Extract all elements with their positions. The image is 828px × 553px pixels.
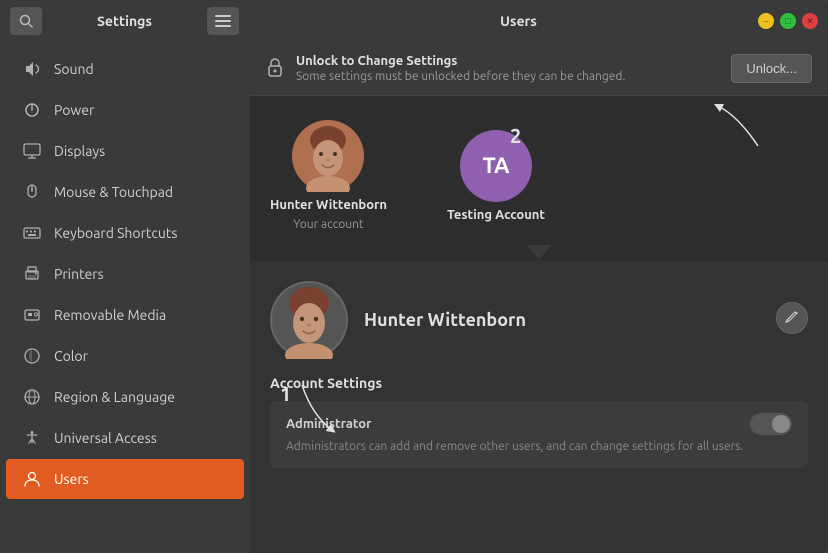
- users-icon: [22, 469, 42, 489]
- sidebar-item-printers[interactable]: Printers: [6, 254, 244, 294]
- unlock-description: Some settings must be unlocked before th…: [296, 70, 719, 83]
- sidebar-label-mouse: Mouse & Touchpad: [54, 184, 173, 200]
- lock-icon: [266, 57, 284, 81]
- sidebar-item-displays[interactable]: Displays: [6, 131, 244, 171]
- sidebar-item-region-language[interactable]: Region & Language: [6, 377, 244, 417]
- sidebar-item-power[interactable]: Power: [6, 90, 244, 130]
- settings-window: Settings Users – □ ✕ Sound: [0, 0, 828, 553]
- printers-icon: [22, 264, 42, 284]
- search-button[interactable]: [10, 7, 42, 35]
- region-icon: [22, 387, 42, 407]
- sidebar-label-color: Color: [54, 348, 88, 364]
- selected-user-section: Hunter Wittenborn 1: [250, 261, 828, 553]
- sidebar-label-power: Power: [54, 102, 94, 118]
- content-area: Sound Power: [0, 42, 828, 553]
- primary-user-avatar: [292, 120, 364, 192]
- unlock-button[interactable]: Unlock...: [731, 54, 812, 83]
- keyboard-icon: [22, 223, 42, 243]
- sidebar-label-users: Users: [54, 471, 89, 487]
- administrator-row: Administrator Administrators can add and…: [270, 401, 808, 468]
- annotation-arrow-2: [708, 96, 768, 156]
- mouse-icon: [22, 182, 42, 202]
- selected-user-name: Hunter Wittenborn: [364, 310, 526, 330]
- power-icon: [22, 100, 42, 120]
- sidebar-label-region: Region & Language: [54, 389, 175, 405]
- sidebar-item-users[interactable]: Users: [6, 459, 244, 499]
- titlebar: Settings Users – □ ✕: [0, 0, 828, 42]
- sidebar-item-universal-access[interactable]: Universal Access: [6, 418, 244, 458]
- menu-button[interactable]: [207, 7, 239, 35]
- unlock-title: Unlock to Change Settings: [296, 54, 719, 68]
- sidebar-label-sound: Sound: [54, 61, 94, 77]
- annotation-arrow-1: [292, 385, 342, 435]
- window-controls: – □ ✕: [758, 13, 818, 29]
- displays-icon: [22, 141, 42, 161]
- administrator-header: Administrator: [286, 413, 792, 435]
- removable-media-icon: [22, 305, 42, 325]
- edit-icon: [785, 311, 799, 325]
- administrator-toggle[interactable]: [750, 413, 792, 435]
- down-arrow: [526, 245, 552, 261]
- annotation-1: 1: [280, 382, 291, 405]
- primary-user-name: Hunter Wittenborn: [270, 198, 387, 212]
- accessibility-icon: [22, 428, 42, 448]
- sidebar-label-printers: Printers: [54, 266, 104, 282]
- minimize-button[interactable]: –: [758, 13, 774, 29]
- menu-icon: [215, 25, 231, 27]
- maximize-button[interactable]: □: [780, 13, 796, 29]
- sidebar-item-keyboard-shortcuts[interactable]: Keyboard Shortcuts: [6, 213, 244, 253]
- sidebar: Sound Power: [0, 42, 250, 553]
- sidebar-label-displays: Displays: [54, 143, 105, 159]
- selected-user-header: Hunter Wittenborn 1: [250, 261, 828, 375]
- main-content: Unlock to Change Settings Some settings …: [250, 42, 828, 553]
- color-icon: [22, 346, 42, 366]
- sidebar-label-universal-access: Universal Access: [54, 430, 157, 446]
- sidebar-item-sound[interactable]: Sound: [6, 49, 244, 89]
- sidebar-item-mouse-touchpad[interactable]: Mouse & Touchpad: [6, 172, 244, 212]
- sidebar-item-removable-media[interactable]: Removable Media: [6, 295, 244, 335]
- unlock-text: Unlock to Change Settings Some settings …: [296, 54, 719, 83]
- sidebar-item-color[interactable]: Color: [6, 336, 244, 376]
- window-title: Users: [444, 13, 593, 29]
- secondary-user-name: Testing Account: [447, 208, 545, 222]
- sound-icon: [22, 59, 42, 79]
- menu-icon: [215, 15, 231, 17]
- secondary-user-initials: TA: [482, 153, 509, 178]
- sidebar-label-keyboard: Keyboard Shortcuts: [54, 225, 177, 241]
- close-button[interactable]: ✕: [802, 13, 818, 29]
- annotation-2: 2: [510, 124, 521, 147]
- unlock-banner: Unlock to Change Settings Some settings …: [250, 42, 828, 96]
- account-settings-title: Account Settings: [270, 375, 808, 391]
- sidebar-label-removable-media: Removable Media: [54, 307, 166, 323]
- selected-user-avatar: [270, 281, 348, 359]
- menu-icon: [215, 20, 231, 22]
- primary-user-card[interactable]: Hunter Wittenborn Your account: [270, 120, 387, 231]
- primary-user-role: Your account: [293, 218, 363, 231]
- administrator-description: Administrators can add and remove other …: [286, 439, 792, 456]
- edit-user-button[interactable]: [776, 302, 808, 334]
- secondary-user-card[interactable]: TA Testing Account: [447, 130, 545, 222]
- selection-indicator: [250, 245, 828, 261]
- settings-label: Settings: [50, 13, 199, 29]
- users-grid-wrapper: Hunter Wittenborn Your account TA Testin…: [250, 96, 828, 247]
